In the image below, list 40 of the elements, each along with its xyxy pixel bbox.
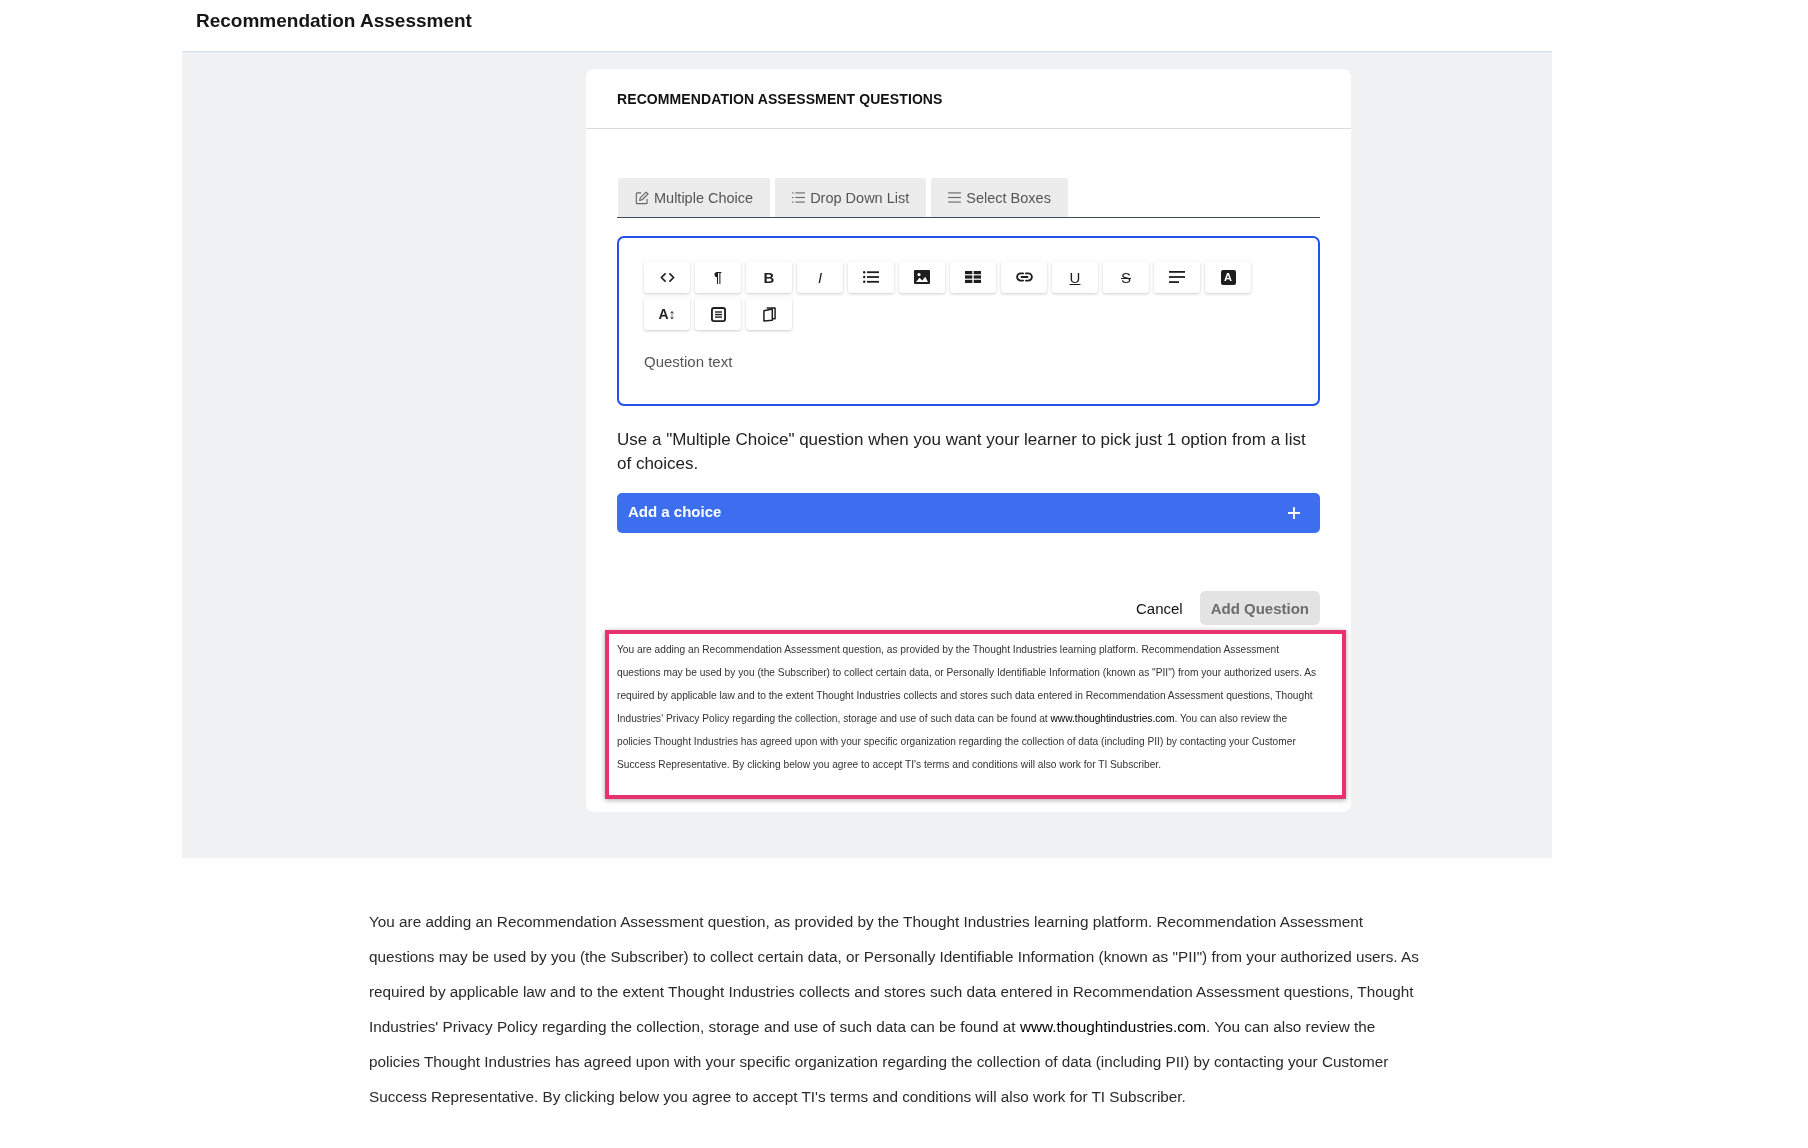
question-type-tab[interactable]: Select Boxes bbox=[931, 178, 1068, 217]
bold-button[interactable]: B bbox=[746, 261, 792, 293]
lines-icon bbox=[948, 192, 962, 203]
image-button[interactable] bbox=[899, 261, 945, 293]
copy-button[interactable] bbox=[746, 298, 792, 330]
question-type-tab[interactable]: Multiple Choice bbox=[618, 178, 771, 217]
strikethrough-button[interactable]: S bbox=[1103, 261, 1149, 293]
code-view-button[interactable] bbox=[644, 261, 690, 293]
document-lines-icon bbox=[710, 306, 726, 322]
list-icon bbox=[792, 192, 806, 203]
notice-text: You are adding an Recommendation Assessment question, as provided by the Thought Industries learning platform. Recommendation Assessment questions may be used by you (the Subscriber) to collect certain data, or Personally Identifiable Information (known as "PII") from your authorized users. As required by applicable law and to the extent Thought Industries collects and stores such data entered in Recommendation Assessment questions, Thought Industries' Privacy Policy regarding the collection, storage and use of such data can be found at www.thoughtindustries.com. You can also review the policies Thought Industries has agreed upon with your specific organization regarding the collection of data (including PII) by contacting your Customer Success Representative. By clicking below you agree to accept TI's terms and conditions will also work for TI Subscriber. bbox=[369, 912, 1420, 1107]
table-button[interactable] bbox=[950, 261, 996, 293]
edit-icon bbox=[635, 190, 649, 205]
underline-button[interactable]: U bbox=[1052, 261, 1098, 293]
text-color-button[interactable]: A bbox=[1205, 261, 1251, 293]
align-button[interactable] bbox=[1154, 261, 1200, 293]
table-icon bbox=[965, 271, 981, 283]
link-button[interactable] bbox=[1001, 261, 1047, 293]
question-type-hint: Use a "Multiple Choice" question when you want your learner to pick just 1 option from a list of choices. bbox=[617, 429, 1307, 475]
italic-button[interactable]: I bbox=[797, 261, 843, 293]
font-size-button[interactable]: A↕ bbox=[644, 298, 690, 330]
disclaimer-text: You are adding an Recommendation Assessment question, as provided by the Thought Industries learning platform. Recommendation Assessment questions may be used by you (the Subscriber) to collect certain data, or Personally Identifiable Information (known as "PII") from your authorized users. As required by applicable law and to the extent Thought Industries collects and stores such data entered in Recommendation Assessment questions, Thought Industries' Privacy Policy regarding the collection, storage and use of such data can be found at www.thoughtindustries.com. You can also review the policies Thought Industries has agreed upon with your specific organization regarding the collection of data (including PII) by contacting your Customer Success Representative. By clicking below you agree to accept TI's terms and conditions will also work for TI Subscriber. bbox=[617, 643, 1318, 772]
website-link[interactable]: www.thoughtindustries.com bbox=[1019, 1018, 1207, 1035]
page-icon bbox=[762, 306, 776, 322]
plus-icon bbox=[1288, 507, 1300, 519]
link-icon bbox=[1015, 272, 1033, 282]
image-icon bbox=[914, 270, 930, 284]
question-type-tab[interactable]: Drop Down List bbox=[775, 178, 927, 217]
code-icon bbox=[659, 272, 675, 282]
paragraph-format-button[interactable] bbox=[695, 298, 741, 330]
question-input[interactable]: Question text bbox=[644, 350, 1293, 372]
add-choice-button[interactable]: Add a choice bbox=[617, 493, 1320, 533]
cancel-button[interactable]: Cancel bbox=[1135, 599, 1183, 617]
bullet-list-button[interactable] bbox=[848, 261, 894, 293]
card-title: RECOMMENDATION ASSESSMENT QUESTIONS bbox=[617, 90, 943, 107]
bullet-list-icon bbox=[863, 271, 879, 283]
page-title: Recommendation Assessment bbox=[196, 9, 473, 33]
align-left-icon bbox=[1169, 271, 1185, 283]
website-link[interactable]: www.thoughtindustries.com bbox=[1050, 713, 1175, 724]
paragraph-button[interactable]: ¶ bbox=[695, 261, 741, 293]
